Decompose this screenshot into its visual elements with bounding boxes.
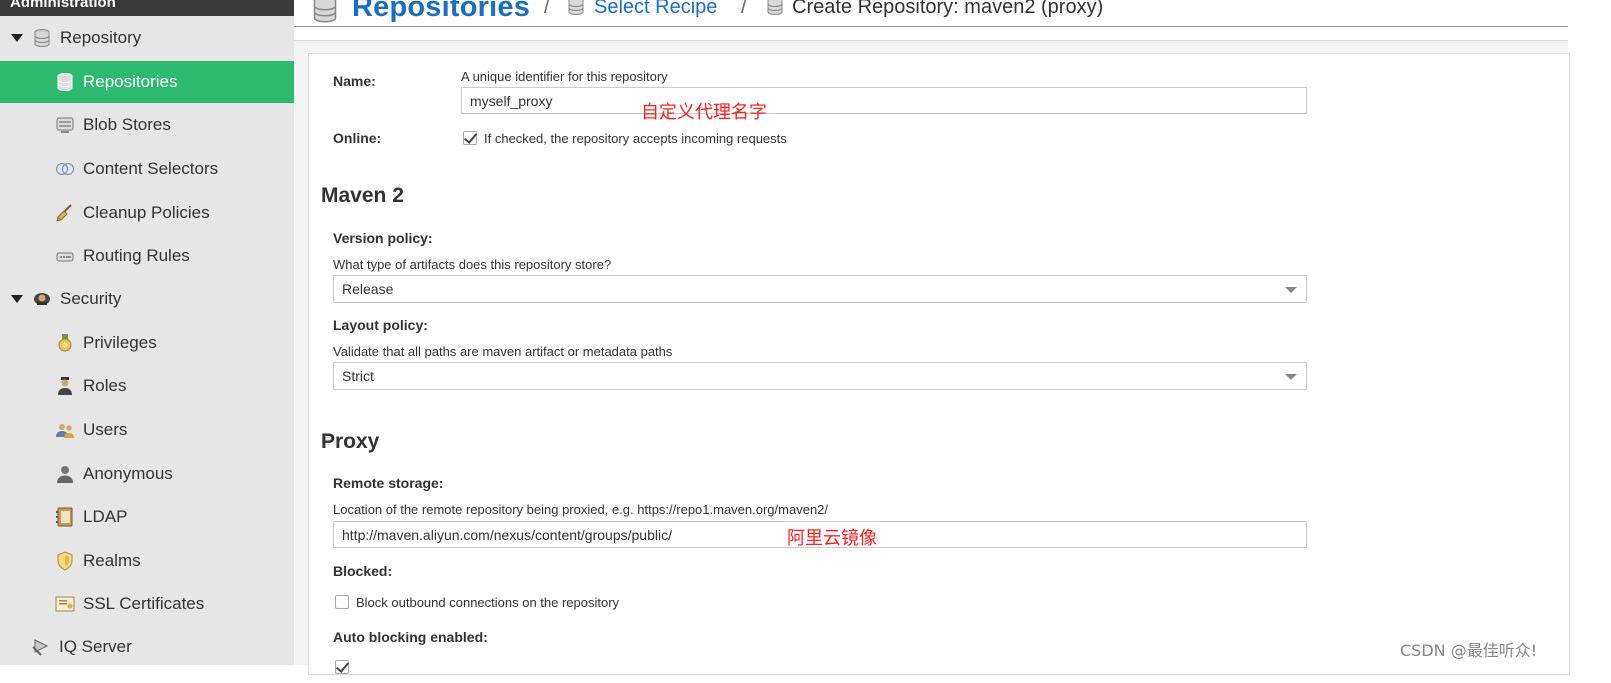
- remote-storage-help-text: Location of the remote repository being …: [333, 502, 829, 517]
- sidebar-item-content-selectors[interactable]: Content Selectors: [0, 148, 294, 190]
- online-label: Online:: [333, 130, 382, 146]
- expand-triangle-icon[interactable]: [11, 34, 23, 42]
- sidebar-group-label: Repository: [60, 28, 142, 47]
- iq-server-icon: [31, 637, 51, 657]
- sidebar-item-label: Anonymous: [83, 464, 173, 483]
- sidebar-item-anonymous[interactable]: Anonymous: [0, 453, 294, 495]
- sidebar-item-label: Content Selectors: [83, 159, 219, 178]
- sidebar-item-repositories[interactable]: Repositories: [0, 61, 294, 103]
- version-policy-help-text: What type of artifacts does this reposit…: [333, 257, 612, 272]
- database-icon: [765, 0, 785, 21]
- admin-header: Administration: [0, 0, 294, 16]
- admin-header-label: Administration: [10, 0, 116, 11]
- chevron-down-icon[interactable]: [1285, 374, 1297, 380]
- sidebar-item-roles[interactable]: Roles: [0, 365, 294, 407]
- create-repository-form: Name: A unique identifier for this repos…: [308, 53, 1570, 675]
- sidebar-item-label: IQ Server: [59, 637, 132, 656]
- proxy-section-title: Proxy: [321, 430, 380, 453]
- sidebar-item-label: Routing Rules: [83, 246, 190, 265]
- database-icon: [55, 72, 75, 92]
- maven-section-title: Maven 2: [321, 184, 404, 207]
- breadcrumb-select-recipe-link[interactable]: Select Recipe: [594, 0, 717, 19]
- address-book-icon: [55, 507, 75, 527]
- broom-icon: [55, 203, 75, 223]
- role-user-icon: [55, 376, 75, 396]
- main-content: Name: A unique identifier for this repos…: [294, 41, 1570, 675]
- name-label: Name:: [333, 73, 376, 89]
- breadcrumb-current-page: Create Repository: maven2 (proxy): [792, 0, 1104, 18]
- certificate-icon: [55, 594, 75, 614]
- router-icon: [55, 246, 75, 266]
- blocked-label: Blocked:: [333, 563, 393, 579]
- watermark: CSDN @最佳听众!: [1400, 641, 1538, 660]
- database-icon: [308, 0, 342, 29]
- sidebar-group-label: Security: [60, 289, 122, 308]
- sidebar-item-label: Cleanup Policies: [83, 203, 210, 222]
- sidebar-item-label: SSL Certificates: [83, 594, 205, 613]
- version-policy-value: Release: [342, 281, 394, 297]
- sidebar-item-privileges[interactable]: Privileges: [0, 322, 294, 364]
- remote-storage-annotation: 阿里云镜像: [787, 528, 877, 549]
- chevron-down-icon[interactable]: [1285, 287, 1297, 293]
- sidebar-item-label: Users: [83, 420, 128, 439]
- medal-icon: [55, 333, 75, 353]
- database-icon: [566, 0, 586, 21]
- sidebar-item-ssl-certificates[interactable]: SSL Certificates: [0, 583, 294, 625]
- sidebar-item-ldap[interactable]: LDAP: [0, 496, 294, 538]
- layout-policy-help-text: Validate that all paths are maven artifa…: [333, 344, 673, 359]
- sidebar-item-label: Blob Stores: [83, 115, 171, 134]
- shield-icon: [55, 551, 75, 571]
- blocked-help-text: Block outbound connections on the reposi…: [356, 595, 620, 610]
- content-selector-icon: [55, 159, 75, 179]
- sidebar-item-users[interactable]: Users: [0, 409, 294, 451]
- security-badge-icon: [32, 289, 52, 309]
- sidebar-item-label: Roles: [83, 376, 127, 395]
- layout-policy-value: Strict: [342, 368, 374, 384]
- anonymous-user-icon: [55, 464, 75, 484]
- expand-triangle-icon[interactable]: [11, 295, 23, 303]
- sidebar-group-security[interactable]: Security: [0, 278, 294, 320]
- auto-blocking-label: Auto blocking enabled:: [333, 629, 488, 645]
- breadcrumb-separator: /: [544, 0, 550, 18]
- breadcrumb-repositories-link[interactable]: Repositories: [352, 0, 530, 24]
- name-input[interactable]: [461, 87, 1307, 114]
- blocked-checkbox[interactable]: [335, 595, 349, 609]
- sidebar-item-label: Privileges: [83, 333, 157, 352]
- version-policy-label: Version policy:: [333, 230, 433, 246]
- version-policy-select[interactable]: Release: [333, 275, 1307, 303]
- name-help-text: A unique identifier for this repository: [461, 69, 668, 84]
- sidebar-item-label: Realms: [83, 551, 141, 570]
- users-icon: [55, 420, 75, 440]
- breadcrumb: Repositories / Select Recipe / Create Re…: [294, 0, 1568, 41]
- name-annotation: 自定义代理名字: [641, 102, 767, 123]
- server-icon: [55, 115, 75, 135]
- sidebar: Administration Repository Repositories B…: [0, 0, 294, 665]
- auto-blocking-checkbox[interactable]: [335, 660, 349, 674]
- layout-policy-select[interactable]: Strict: [333, 362, 1307, 390]
- layout-policy-label: Layout policy:: [333, 317, 428, 333]
- sidebar-group-repository[interactable]: Repository: [0, 17, 294, 59]
- sidebar-item-cleanup-policies[interactable]: Cleanup Policies: [0, 192, 294, 234]
- sidebar-item-routing-rules[interactable]: Routing Rules: [0, 235, 294, 277]
- sidebar-item-label: Repositories: [83, 72, 178, 91]
- database-icon: [32, 28, 52, 48]
- breadcrumb-separator: /: [741, 0, 747, 18]
- remote-storage-label: Remote storage:: [333, 475, 444, 491]
- sidebar-item-realms[interactable]: Realms: [0, 540, 294, 582]
- sidebar-item-iq-server[interactable]: IQ Server: [0, 626, 294, 668]
- header-divider: [294, 26, 1568, 27]
- online-checkbox[interactable]: [463, 131, 477, 145]
- sidebar-item-label: LDAP: [83, 507, 128, 526]
- sidebar-item-blob-stores[interactable]: Blob Stores: [0, 104, 294, 146]
- online-help-text: If checked, the repository accepts incom…: [484, 131, 787, 146]
